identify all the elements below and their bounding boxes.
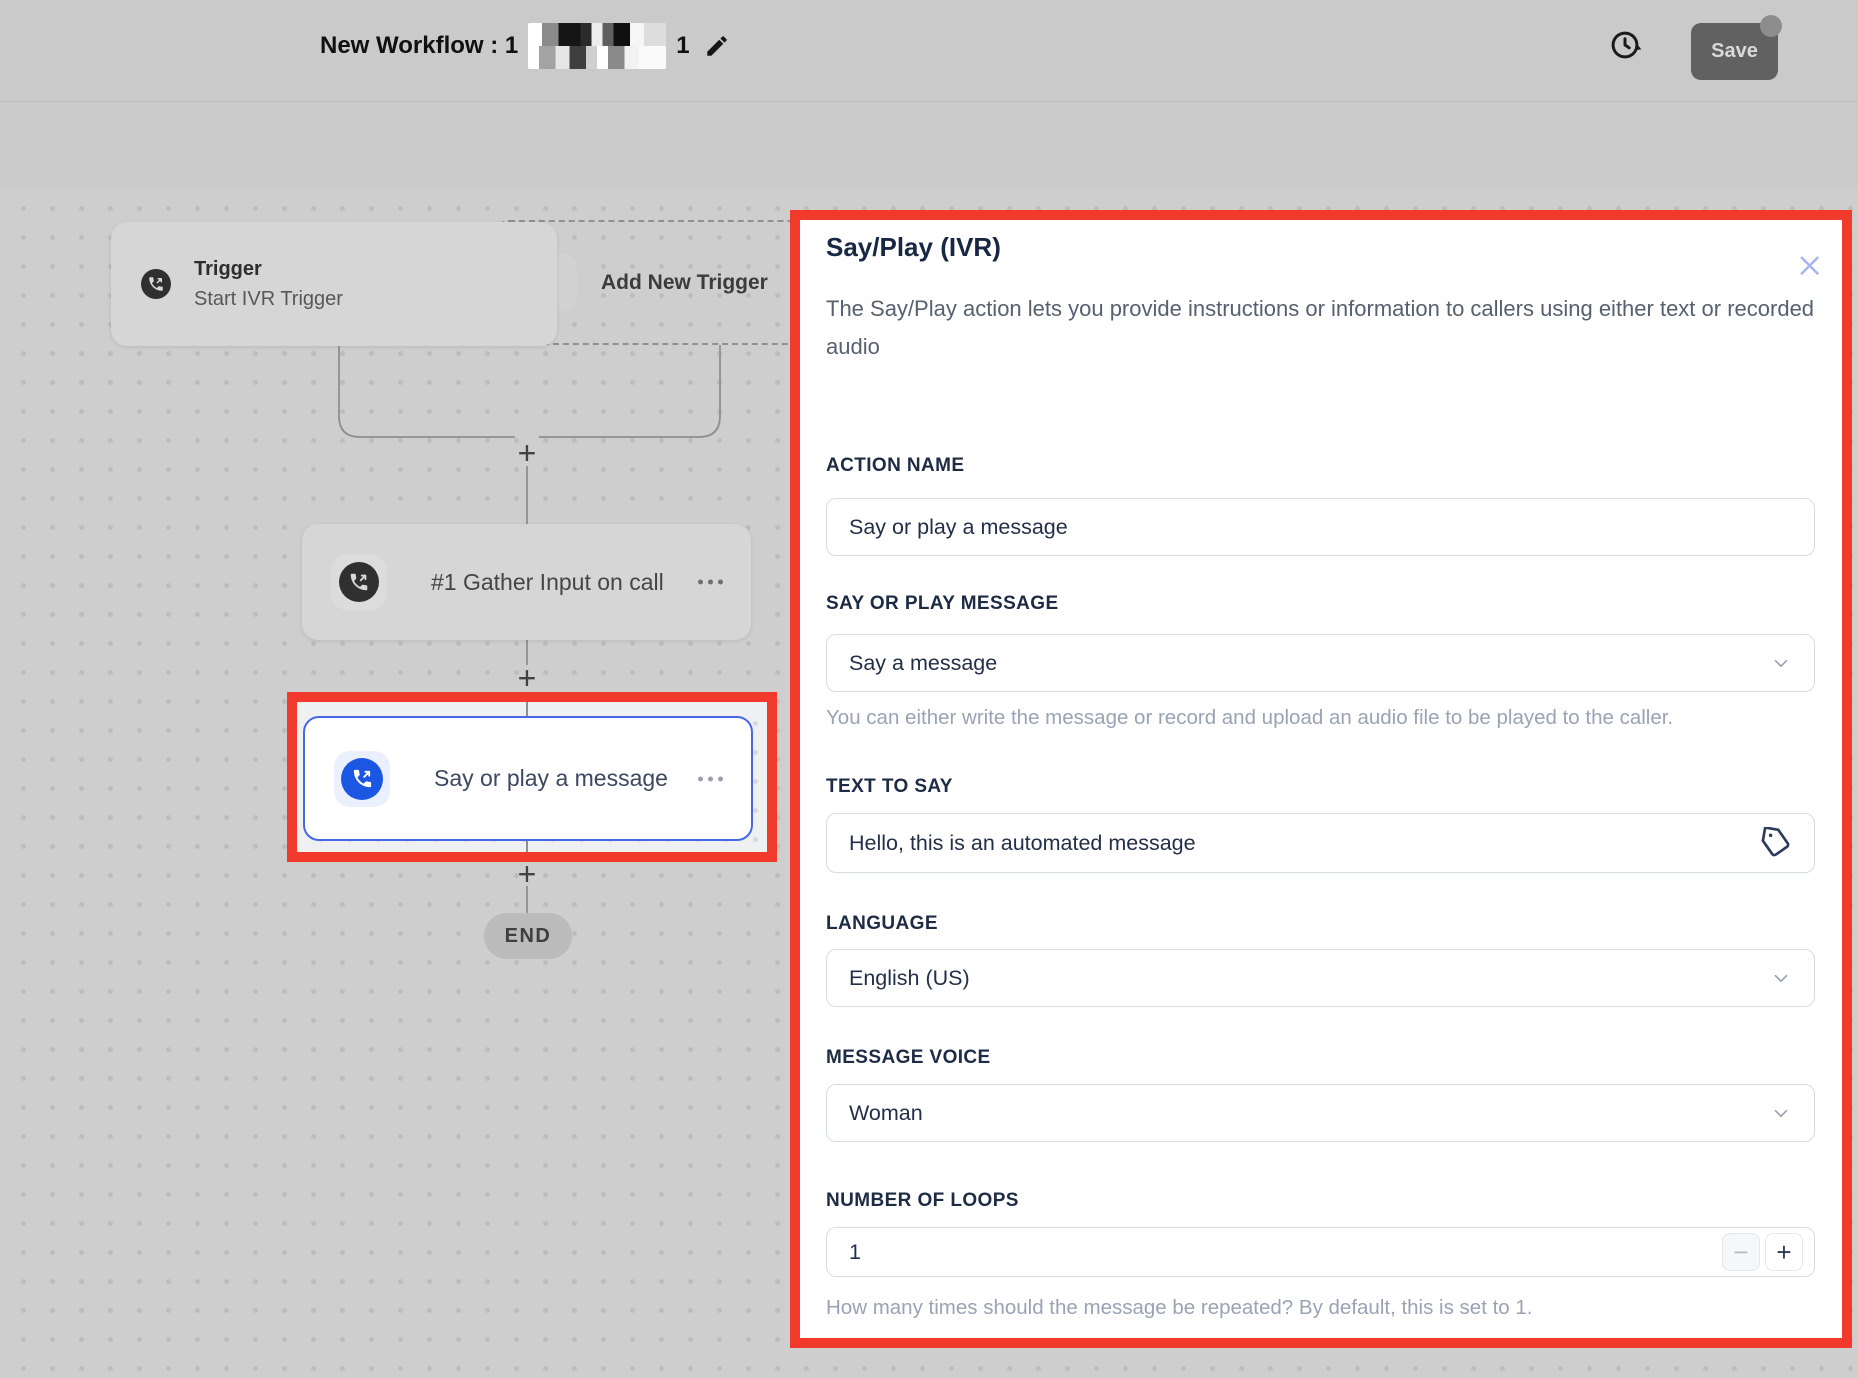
say-node-label: Say or play a message [434, 765, 668, 791]
redacted-workflow-name [528, 23, 667, 69]
phone-badge [334, 750, 390, 807]
phone-forward-icon [339, 562, 379, 602]
add-new-trigger-label: Add New Trigger [601, 270, 768, 294]
number-of-loops-helper: How many times should the message be rep… [826, 1296, 1533, 1319]
workflow-title-suffix: 1 [676, 32, 690, 59]
workflow-title: New Workflow : 1 1 [320, 22, 734, 70]
edit-workflow-name-button[interactable] [700, 29, 734, 63]
message-voice-select[interactable]: Woman [826, 1084, 1815, 1142]
increment-button[interactable]: + [1765, 1233, 1803, 1271]
say-or-play-select[interactable]: Say a message [826, 634, 1815, 692]
text-to-say-field[interactable]: Hello, this is an automated message [826, 813, 1815, 873]
unsaved-changes-dot [1760, 15, 1782, 37]
say-play-config-panel: Say/Play (IVR) The Say/Play action lets … [790, 210, 1852, 1348]
number-of-loops-input[interactable] [827, 1239, 1722, 1265]
panel-title: Say/Play (IVR) [826, 232, 1001, 262]
add-step-button[interactable]: + [513, 437, 541, 469]
text-to-say-label: TEXT TO SAY [826, 776, 953, 797]
chevron-down-icon [1770, 1102, 1792, 1124]
gather-input-node[interactable]: #1 Gather Input on call [302, 524, 751, 640]
clock-history-icon [1611, 31, 1642, 59]
action-name-input[interactable] [826, 498, 1815, 556]
chevron-down-icon [1770, 652, 1792, 674]
add-step-button[interactable]: + [513, 858, 541, 890]
tag-icon [1761, 827, 1790, 857]
tab-bar [0, 102, 1858, 187]
workflow-builder-page: New Workflow : 1 1 Save Builder Settings… [0, 0, 1858, 1378]
trigger-node-title: Trigger [194, 258, 262, 280]
say-or-play-label: SAY OR PLAY MESSAGE [826, 593, 1059, 614]
language-select[interactable]: English (US) [826, 949, 1815, 1007]
action-name-label: ACTION NAME [826, 455, 965, 476]
say-or-play-helper: You can either write the message or reco… [826, 706, 1674, 729]
phone-forward-icon [341, 757, 383, 800]
language-label: LANGUAGE [826, 913, 938, 934]
version-history-button[interactable] [1602, 22, 1648, 68]
number-of-loops-label: NUMBER OF LOOPS [826, 1190, 1019, 1211]
add-step-button[interactable]: + [513, 662, 541, 694]
end-node: END [484, 913, 572, 959]
node-menu-button[interactable] [692, 574, 729, 591]
message-voice-label: MESSAGE VOICE [826, 1047, 991, 1068]
node-menu-button[interactable] [692, 770, 729, 787]
number-of-loops-stepper: − + [826, 1227, 1815, 1277]
workflow-title-prefix: New Workflow : 1 [320, 32, 519, 59]
close-icon [1800, 256, 1819, 275]
pencil-icon [706, 36, 727, 56]
panel-description: The Say/Play action lets you provide ins… [826, 296, 1815, 359]
phone-badge [331, 554, 387, 610]
chevron-down-icon [1770, 967, 1792, 989]
gather-node-label: #1 Gather Input on call [431, 568, 664, 595]
decrement-button[interactable]: − [1722, 1233, 1760, 1271]
header: New Workflow : 1 1 [0, 0, 1858, 102]
close-panel-button[interactable] [1792, 248, 1824, 280]
plus-icon: + [1776, 1236, 1792, 1267]
say-play-node[interactable]: Say or play a message [303, 716, 753, 841]
trigger-node[interactable]: Trigger Start IVR Trigger [111, 222, 557, 346]
minus-icon: − [1733, 1236, 1749, 1267]
language-value: English (US) [849, 965, 970, 990]
custom-values-button[interactable] [1758, 825, 1794, 861]
message-voice-value: Woman [849, 1100, 923, 1125]
say-or-play-value: Say a message [849, 650, 998, 675]
text-to-say-value: Hello, this is an automated message [849, 830, 1196, 855]
phone-forward-icon [141, 269, 171, 299]
trigger-node-subtitle: Start IVR Trigger [194, 288, 343, 310]
